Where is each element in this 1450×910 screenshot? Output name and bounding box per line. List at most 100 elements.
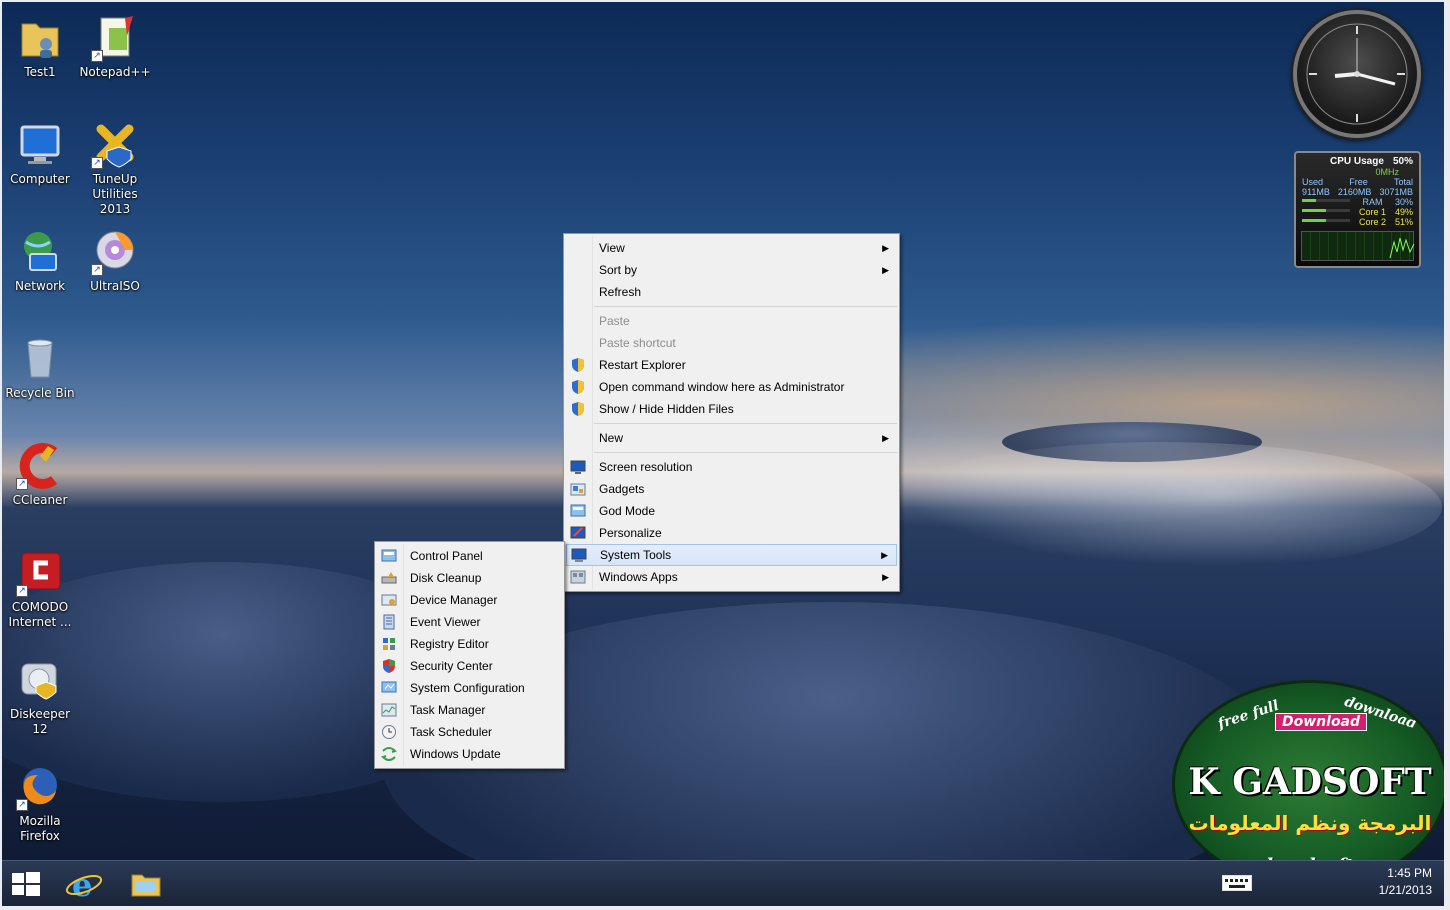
taskbar-time: 1:45 PM [1387, 866, 1432, 880]
core1-bar-wrap [1302, 207, 1350, 217]
cpu-free-value: 2160MB [1337, 187, 1372, 197]
cpu-title: CPU Usage [1330, 156, 1384, 167]
start-button[interactable] [2, 865, 50, 903]
desktop-background[interactable]: Test1 ↗ Notepad++ Computer ↗ TuneUp Util… [2, 2, 1444, 906]
submenu-item-task-manager[interactable]: Task Manager [377, 699, 562, 721]
desktop-icon-label: CCleaner [12, 493, 68, 507]
desktop-icon-ultraiso[interactable]: ↗ UltraISO [77, 228, 153, 294]
tuneup-icon: ↗ [91, 121, 139, 169]
uac-shield-icon [570, 357, 586, 373]
task-manager-icon [381, 702, 397, 718]
desktop-icon-notepadpp[interactable]: ↗ Notepad++ [77, 14, 153, 80]
cpu-col-total: Total [1393, 177, 1413, 187]
windows-apps-icon [570, 569, 586, 585]
desktop-icon-label: Notepad++ [79, 65, 151, 79]
submenu-arrow-icon: ▶ [882, 265, 889, 275]
menu-item-view[interactable]: View ▶ [566, 237, 897, 259]
submenu-item-system-configuration[interactable]: System Configuration [377, 677, 562, 699]
submenu-item-disk-cleanup[interactable]: Disk Cleanup [377, 567, 562, 589]
submenu-item-label: Task Scheduler [410, 725, 493, 739]
control-panel-icon [570, 503, 586, 519]
menu-item-new[interactable]: New ▶ [566, 427, 897, 449]
desktop-icon-label: Recycle Bin [5, 386, 75, 400]
event-viewer-icon [381, 614, 397, 630]
uac-shield-icon [570, 379, 586, 395]
system-configuration-icon [381, 680, 397, 696]
submenu-item-label: Disk Cleanup [410, 571, 482, 585]
submenu-item-security-center[interactable]: Security Center [377, 655, 562, 677]
menu-item-sort-by[interactable]: Sort by ▶ [566, 259, 897, 281]
core1-pct: 49% [1394, 207, 1413, 217]
windows-logo-icon [12, 872, 40, 896]
menu-item-gadgets[interactable]: Gadgets [566, 478, 897, 500]
firefox-icon: ↗ [16, 763, 64, 811]
submenu-arrow-icon: ▶ [882, 433, 889, 443]
cpu-col-free: Free [1349, 177, 1368, 187]
keyboard-icon[interactable] [1222, 875, 1252, 891]
clock-gadget[interactable] [1293, 10, 1421, 138]
submenu-item-registry-editor[interactable]: Registry Editor [377, 633, 562, 655]
desktop-icon-diskeeper[interactable]: Diskeeper 12 [2, 656, 78, 737]
windows-update-icon [381, 746, 397, 762]
cpu-usage-value: 50% [1392, 156, 1413, 167]
menu-item-personalize[interactable]: Personalize [566, 522, 897, 544]
taskbar-clock[interactable]: 1:45 PM 1/21/2013 [1352, 865, 1432, 899]
menu-item-paste[interactable]: Paste [566, 310, 897, 332]
submenu-item-label: Windows Update [410, 747, 501, 761]
menu-item-windows-apps[interactable]: Windows Apps ▶ [566, 566, 897, 588]
submenu-item-label: System Configuration [410, 681, 525, 695]
submenu-arrow-icon: ▶ [882, 243, 889, 253]
submenu-arrow-icon: ▶ [882, 572, 889, 582]
shortcut-arrow-icon: ↗ [91, 157, 103, 169]
shortcut-arrow-icon: ↗ [91, 50, 103, 62]
desktop-icon-test1[interactable]: Test1 [2, 14, 78, 80]
menu-item-restart-explorer[interactable]: Restart Explorer [566, 354, 897, 376]
menu-item-refresh[interactable]: Refresh [566, 281, 897, 303]
ram-label: RAM [1362, 197, 1383, 207]
menu-item-god-mode[interactable]: God Mode [566, 500, 897, 522]
desktop-icon-label: COMODO Internet ... [8, 600, 72, 629]
menu-item-label: God Mode [599, 504, 656, 518]
desktop-icon-label: UltraISO [90, 279, 140, 293]
submenu-item-windows-update[interactable]: Windows Update [377, 743, 562, 765]
menu-item-show-hide-hidden[interactable]: Show / Hide Hidden Files [566, 398, 897, 420]
menu-item-open-cmd-admin[interactable]: Open command window here as Administrato… [566, 376, 897, 398]
core1-label: Core 1 [1358, 207, 1386, 217]
desktop-icon-tuneup[interactable]: ↗ TuneUp Utilities 2013 [77, 121, 153, 217]
control-panel-icon [381, 548, 397, 564]
internet-explorer-icon: e [65, 866, 103, 904]
taskbar-internet-explorer[interactable]: e [60, 865, 108, 904]
submenu-item-task-scheduler[interactable]: Task Scheduler [377, 721, 562, 743]
desktop-icon-network[interactable]: Network [2, 228, 78, 294]
submenu-item-control-panel[interactable]: Control Panel [377, 545, 562, 567]
desktop-icon-ccleaner[interactable]: ↗ CCleaner [2, 442, 78, 508]
submenu-item-event-viewer[interactable]: Event Viewer [377, 611, 562, 633]
desktop-icon-comodo[interactable]: ↗ COMODO Internet ... [2, 549, 78, 630]
menu-item-system-tools[interactable]: System Tools ▶ [566, 544, 897, 566]
comodo-icon: ↗ [16, 549, 64, 597]
desktop-icon-firefox[interactable]: ↗ Mozilla Firefox [2, 763, 78, 844]
cpu-history-graph [1301, 231, 1415, 261]
menu-item-label: Windows Apps [599, 570, 678, 584]
diskeeper-icon [16, 656, 64, 704]
svg-text:e: e [72, 866, 92, 903]
core1-bar-fill [1302, 209, 1326, 212]
gadgets-icon [570, 481, 586, 497]
menu-item-label: Restart Explorer [599, 358, 686, 372]
desktop-icon-recycle-bin[interactable]: Recycle Bin [2, 335, 78, 401]
core2-label: Core 2 [1358, 217, 1386, 227]
menu-item-label: Paste [599, 314, 630, 328]
menu-item-screen-resolution[interactable]: Screen resolution [566, 456, 897, 478]
core2-bar-fill [1302, 219, 1327, 222]
menu-item-paste-shortcut[interactable]: Paste shortcut [566, 332, 897, 354]
notepad-plus-plus-icon: ↗ [91, 14, 139, 62]
beach-glow [882, 442, 1442, 572]
taskbar-file-explorer[interactable] [122, 865, 170, 903]
ram-bar-wrap [1302, 197, 1350, 207]
registry-editor-icon [381, 636, 397, 652]
cpu-usage-gadget[interactable]: CPU Usage 50% 0MHz Used Free Total 911MB… [1294, 151, 1421, 268]
submenu-item-device-manager[interactable]: Device Manager [377, 589, 562, 611]
desktop-icon-computer[interactable]: Computer [2, 121, 78, 187]
menu-item-label: Personalize [599, 526, 662, 540]
menu-separator [594, 306, 897, 307]
